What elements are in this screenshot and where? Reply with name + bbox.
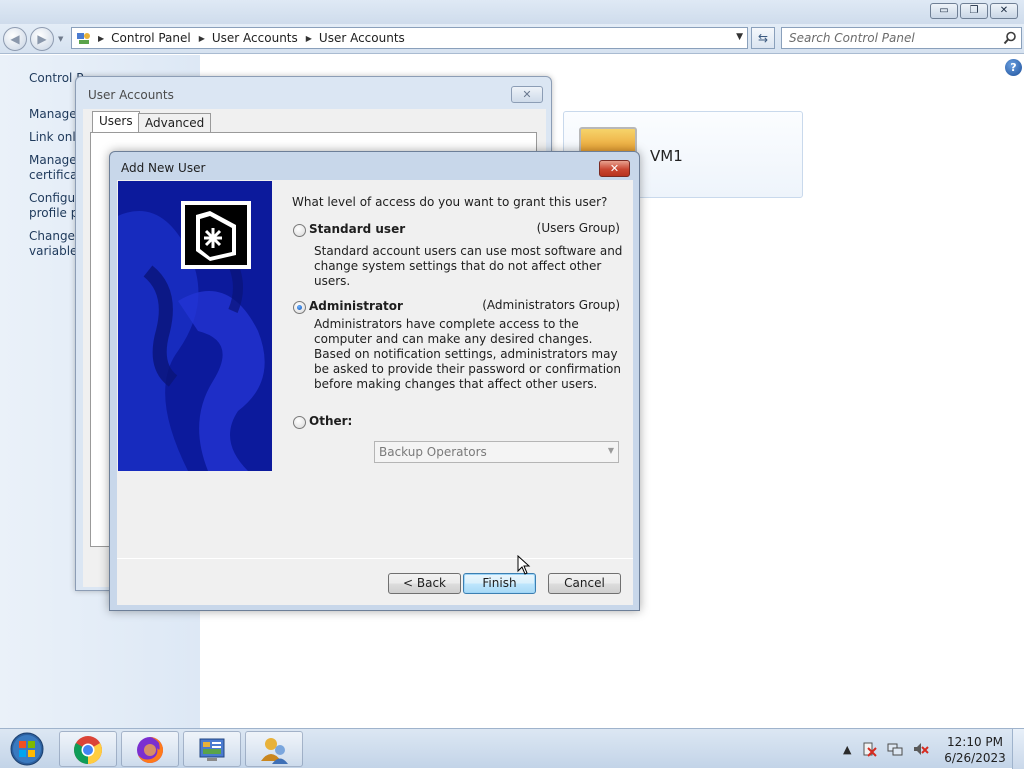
back-button[interactable]: ◀ — [3, 27, 27, 51]
chevron-right-icon: ▶ — [198, 33, 205, 43]
administrator-label[interactable]: Administrator — [309, 299, 403, 313]
taskbar-firefox-button[interactable] — [121, 731, 179, 767]
show-hidden-icons-button[interactable]: ▲ — [843, 743, 851, 756]
dialog-title: User Accounts — [88, 88, 174, 102]
search-icon — [1003, 31, 1016, 45]
network-icon[interactable] — [887, 741, 903, 757]
clock-date: 6/26/2023 — [944, 751, 1006, 765]
help-icon[interactable]: ? — [1005, 59, 1022, 76]
start-button[interactable] — [5, 731, 50, 767]
wizard-close-button[interactable]: ✕ — [599, 160, 630, 177]
search-input[interactable] — [782, 28, 997, 48]
wizard-body: What level of access do you want to gran… — [117, 180, 633, 605]
address-bar[interactable]: ▶ Control Panel ▶ User Accounts ▶ User A… — [71, 27, 748, 49]
standard-user-radio[interactable] — [293, 224, 306, 237]
system-tray: ▲ — [843, 741, 930, 757]
task-link-manage-credentials[interactable]: Manage — [29, 107, 77, 122]
system-clock[interactable]: 12:10 PM 6/26/2023 — [940, 734, 1010, 766]
dialog-close-button[interactable]: ✕ — [511, 86, 543, 103]
standard-user-description: Standard account users can use most soft… — [314, 244, 623, 288]
back-wizard-button[interactable]: < Back — [388, 573, 461, 594]
close-window-button[interactable]: ✕ — [990, 3, 1018, 19]
taskbar-chrome-button[interactable] — [59, 731, 117, 767]
administrator-description: Administrators have complete access to t… — [314, 317, 622, 391]
clock-time: 12:10 PM — [947, 735, 1003, 749]
address-dropdown-button[interactable]: ▼ — [736, 32, 743, 42]
task-link-configure-profile[interactable]: Configu — [29, 191, 75, 206]
taskbar-control-panel-button[interactable] — [183, 731, 241, 767]
breadcrumb-user-accounts[interactable]: User Accounts — [212, 31, 298, 45]
navigation-bar: ◀ ▶ ▼ ▶ Control Panel ▶ User Accounts ▶ … — [0, 24, 1024, 54]
breadcrumb-control-panel[interactable]: Control Panel — [111, 31, 191, 45]
chevron-right-icon: ▶ — [305, 33, 312, 43]
control-panel-icon — [199, 738, 225, 761]
show-desktop-button[interactable] — [1012, 729, 1024, 769]
user-account-name: VM1 — [650, 147, 683, 165]
access-level-question: What level of access do you want to gran… — [292, 195, 608, 209]
administrator-radio[interactable] — [293, 301, 306, 314]
cancel-button[interactable]: Cancel — [548, 573, 621, 594]
restore-button[interactable]: ❐ — [960, 3, 988, 19]
wizard-title: Add New User — [121, 161, 206, 175]
standard-user-group: (Users Group) — [536, 221, 620, 235]
other-radio[interactable] — [293, 416, 306, 429]
wizard-banner-image — [118, 181, 272, 471]
arrow-left-icon: ◀ — [10, 32, 20, 46]
minimize-button[interactable]: ▭ — [930, 3, 958, 19]
arrow-right-icon: ▶ — [37, 32, 47, 46]
action-center-icon[interactable] — [861, 741, 878, 757]
task-link-link-online-ids[interactable]: Link onli — [29, 130, 79, 145]
administrator-group: (Administrators Group) — [482, 298, 620, 312]
refresh-button[interactable]: ⇆ — [751, 27, 775, 49]
user-accounts-icon — [261, 738, 288, 764]
other-group-select[interactable]: Backup Operators ▼ — [374, 441, 619, 463]
control-panel-icon — [77, 33, 90, 44]
forward-button[interactable]: ▶ — [30, 27, 54, 51]
standard-user-label[interactable]: Standard user — [309, 222, 405, 236]
user-key-icon — [181, 201, 251, 269]
chevron-down-icon: ▼ — [607, 446, 614, 455]
finish-button[interactable]: Finish — [463, 573, 536, 594]
search-box[interactable] — [781, 27, 1022, 49]
other-group-select-value: Backup Operators — [379, 445, 487, 459]
button-separator — [117, 558, 633, 559]
firefox-icon — [137, 737, 163, 763]
taskbar: ▲ 12:10 PM 6/26/2023 — [0, 728, 1024, 769]
recent-pages-dropdown[interactable]: ▼ — [58, 35, 63, 43]
mouse-cursor-icon — [517, 555, 531, 575]
chevron-right-icon: ▶ — [98, 33, 105, 43]
add-new-user-dialog: Add New User ✕ What level of access do y… — [109, 151, 640, 611]
tab-users[interactable]: Users — [92, 111, 140, 133]
refresh-icon: ⇆ — [757, 31, 769, 45]
breadcrumb-user-accounts-current[interactable]: User Accounts — [319, 31, 405, 45]
window-title-bar: ▭ ❐ ✕ — [0, 0, 1024, 24]
tab-advanced[interactable]: Advanced — [138, 113, 212, 133]
chrome-icon — [74, 736, 102, 764]
other-label[interactable]: Other: — [309, 414, 352, 428]
volume-muted-icon[interactable] — [913, 741, 930, 757]
taskbar-user-accounts-button[interactable] — [245, 731, 303, 767]
task-link-manage-certificates[interactable]: Manage — [29, 153, 77, 168]
